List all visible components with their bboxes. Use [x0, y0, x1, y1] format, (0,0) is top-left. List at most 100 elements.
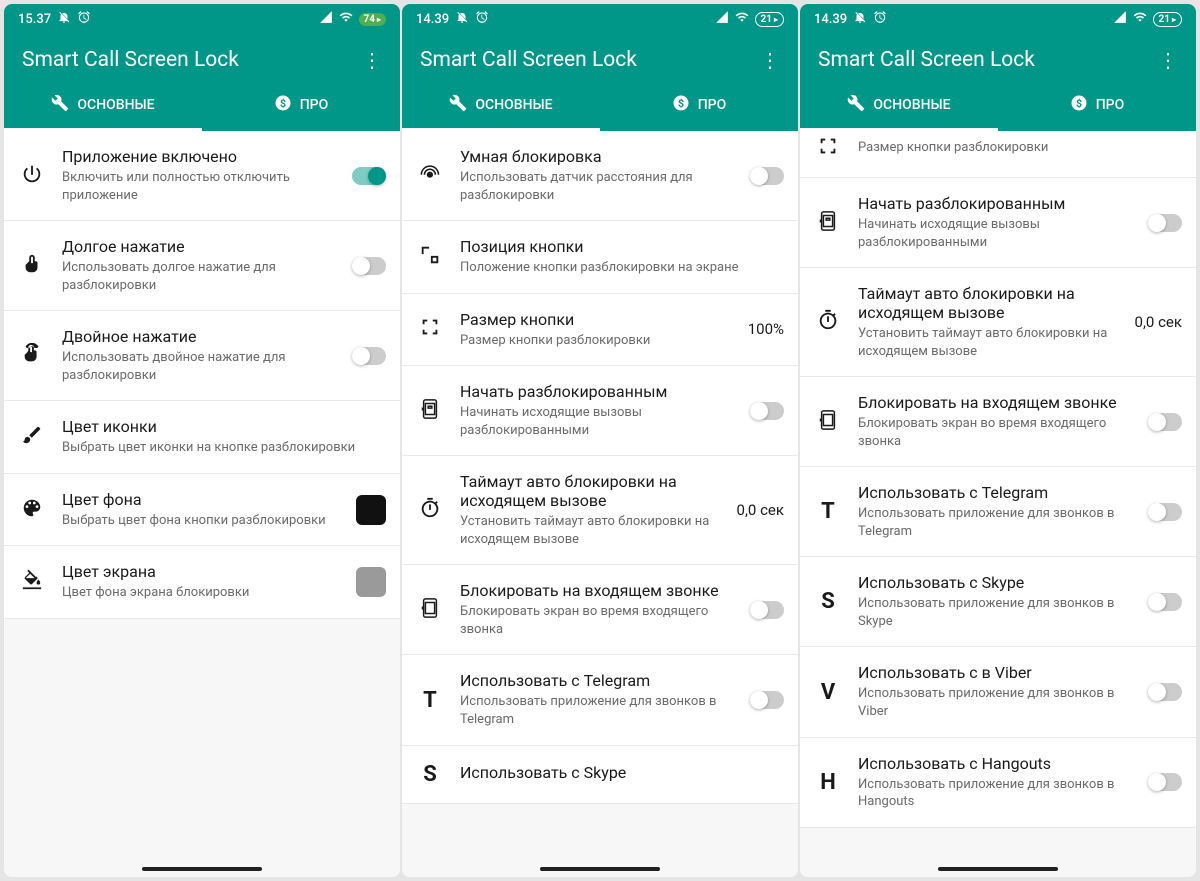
setting-title: Начать разблокированным [858, 194, 1132, 213]
battery-indicator: 21▸ [1153, 12, 1183, 27]
wifi-icon [735, 10, 749, 28]
settings-item[interactable]: Размер кнопки Размер кнопки разблокировк… [402, 294, 798, 367]
toggle-switch[interactable] [750, 601, 784, 619]
color-swatch[interactable] [356, 495, 386, 525]
bell-off-icon [455, 10, 469, 28]
settings-item[interactable]: Двойное нажатие Использовать двойное наж… [4, 311, 400, 401]
toggle-switch[interactable] [1148, 503, 1182, 521]
settings-item[interactable]: Цвет экрана Цвет фона экрана блокировки [4, 546, 400, 619]
settings-list[interactable]: Размер кнопки разблокировки Начать разбл… [800, 131, 1196, 877]
tab-pro[interactable]: $ ПРО [600, 82, 798, 131]
overflow-menu-button[interactable]: ⋮ [760, 48, 780, 72]
settings-item[interactable]: V Использовать с в Viber Использовать пр… [800, 647, 1196, 737]
setting-title: Использовать с Hangouts [858, 754, 1132, 773]
tab-bar: ОСНОВНЫЕ $ ПРО [402, 82, 798, 131]
tab-main[interactable]: ОСНОВНЫЕ [402, 82, 600, 131]
settings-item[interactable]: S Использовать с Skype [402, 746, 798, 804]
timer-icon [419, 497, 441, 523]
settings-item[interactable]: Позиция кнопки Положение кнопки разблоки… [402, 221, 798, 294]
setting-subtitle: Использовать приложение для звонков в Sk… [858, 595, 1132, 630]
settings-item[interactable]: Таймаут авто блокировки на исходящем выз… [800, 268, 1196, 377]
status-bar: 15.37 74▸ [4, 4, 400, 34]
tab-main[interactable]: ОСНОВНЫЕ [800, 82, 998, 131]
tap-icon [21, 253, 43, 279]
toggle-switch[interactable] [750, 691, 784, 709]
settings-item[interactable]: T Использовать с Telegram Использовать п… [402, 655, 798, 745]
tab-pro[interactable]: $ ПРО [998, 82, 1196, 131]
toggle-switch[interactable] [352, 257, 386, 275]
palette-icon [21, 497, 43, 523]
settings-item[interactable]: Цвет иконки Выбрать цвет иконки на кнопк… [4, 401, 400, 474]
toggle-switch[interactable] [1148, 683, 1182, 701]
setting-subtitle: Установить таймаут авто блокировки на ис… [460, 513, 721, 548]
sensor-icon [419, 163, 441, 189]
settings-item[interactable]: Приложение включено Включить или полност… [4, 131, 400, 221]
setting-title: Использовать с Skype [858, 573, 1132, 592]
alarm-icon [77, 10, 91, 28]
toggle-switch[interactable] [352, 167, 386, 185]
settings-item[interactable]: S Использовать с Skype Использовать прил… [800, 557, 1196, 647]
letter-icon: S [423, 762, 437, 787]
tab-pro[interactable]: $ ПРО [202, 82, 400, 131]
dollar-icon: $ [274, 94, 292, 116]
settings-item[interactable]: Начать разблокированным Начинать исходящ… [800, 178, 1196, 268]
letter-icon: V [821, 680, 835, 705]
setting-title: Блокировать на входящем звонке [858, 393, 1132, 412]
setting-subtitle: Включить или полностью отключить приложе… [62, 169, 336, 204]
overflow-menu-button[interactable]: ⋮ [1158, 48, 1178, 72]
timer-icon [817, 309, 839, 335]
toggle-switch[interactable] [1148, 214, 1182, 232]
setting-subtitle: Выбрать цвет иконки на кнопке разблокиро… [62, 439, 386, 457]
nav-handle[interactable] [540, 867, 660, 871]
tab-pro-label: ПРО [1096, 97, 1125, 113]
unlockphone-icon [817, 210, 839, 236]
bell-off-icon [57, 10, 71, 28]
phone-screen-2: 14.39 21▸ Smart Call Screen Lock ⋮ ОСНОВ… [402, 4, 798, 877]
power-icon [21, 163, 43, 189]
settings-item[interactable]: Начать разблокированным Начинать исходящ… [402, 366, 798, 456]
settings-item[interactable]: Долгое нажатие Использовать долгое нажат… [4, 221, 400, 311]
setting-subtitle: Положение кнопки разблокировки на экране [460, 259, 784, 277]
position-icon [419, 244, 441, 270]
app-title: Smart Call Screen Lock [420, 48, 637, 72]
dollar-icon: $ [1070, 94, 1088, 116]
setting-subtitle: Использовать долгое нажатие для разблоки… [62, 259, 336, 294]
toggle-switch[interactable] [1148, 773, 1182, 791]
settings-item[interactable]: T Использовать с Telegram Использовать п… [800, 467, 1196, 557]
setting-subtitle: Использовать приложение для звонков в Te… [858, 505, 1132, 540]
settings-list[interactable]: Приложение включено Включить или полност… [4, 131, 400, 877]
settings-item[interactable]: Таймаут авто блокировки на исходящем выз… [402, 456, 798, 565]
app-bar: Smart Call Screen Lock ⋮ [800, 34, 1196, 82]
setting-title: Долгое нажатие [62, 237, 336, 256]
setting-subtitle: Блокировать экран во время входящего зво… [460, 603, 734, 638]
wifi-icon [339, 10, 353, 28]
setting-title: Цвет иконки [62, 417, 386, 436]
wrench-icon [847, 94, 865, 116]
settings-item[interactable]: Блокировать на входящем звонке Блокирова… [402, 565, 798, 655]
setting-subtitle: Использовать приложение для звонков в Te… [460, 693, 734, 728]
settings-list[interactable]: Умная блокировка Использовать датчик рас… [402, 131, 798, 877]
settings-item[interactable]: Цвет фона Выбрать цвет фона кнопки разбл… [4, 474, 400, 547]
settings-item[interactable]: Размер кнопки разблокировки [800, 131, 1196, 178]
toggle-switch[interactable] [1148, 413, 1182, 431]
toggle-switch[interactable] [352, 347, 386, 365]
toggle-switch[interactable] [750, 402, 784, 420]
tab-main[interactable]: ОСНОВНЫЕ [4, 82, 202, 131]
settings-item[interactable]: H Использовать с Hangouts Использовать п… [800, 738, 1196, 828]
battery-indicator: 74▸ [359, 13, 387, 26]
color-swatch[interactable] [356, 567, 386, 597]
setting-title: Использовать с в Viber [858, 663, 1132, 682]
nav-handle[interactable] [938, 867, 1058, 871]
letter-icon: T [423, 688, 437, 713]
toggle-switch[interactable] [1148, 593, 1182, 611]
settings-item[interactable]: Блокировать на входящем звонке Блокирова… [800, 377, 1196, 467]
setting-title: Блокировать на входящем звонке [460, 581, 734, 600]
overflow-menu-button[interactable]: ⋮ [362, 48, 382, 72]
tab-main-label: ОСНОВНЫЕ [475, 97, 552, 113]
settings-item[interactable]: Умная блокировка Использовать датчик рас… [402, 131, 798, 221]
nav-handle[interactable] [142, 867, 262, 871]
toggle-switch[interactable] [750, 167, 784, 185]
setting-title: Использовать с Telegram [460, 671, 734, 690]
setting-title: Умная блокировка [460, 147, 734, 166]
signal-icon [715, 10, 729, 28]
